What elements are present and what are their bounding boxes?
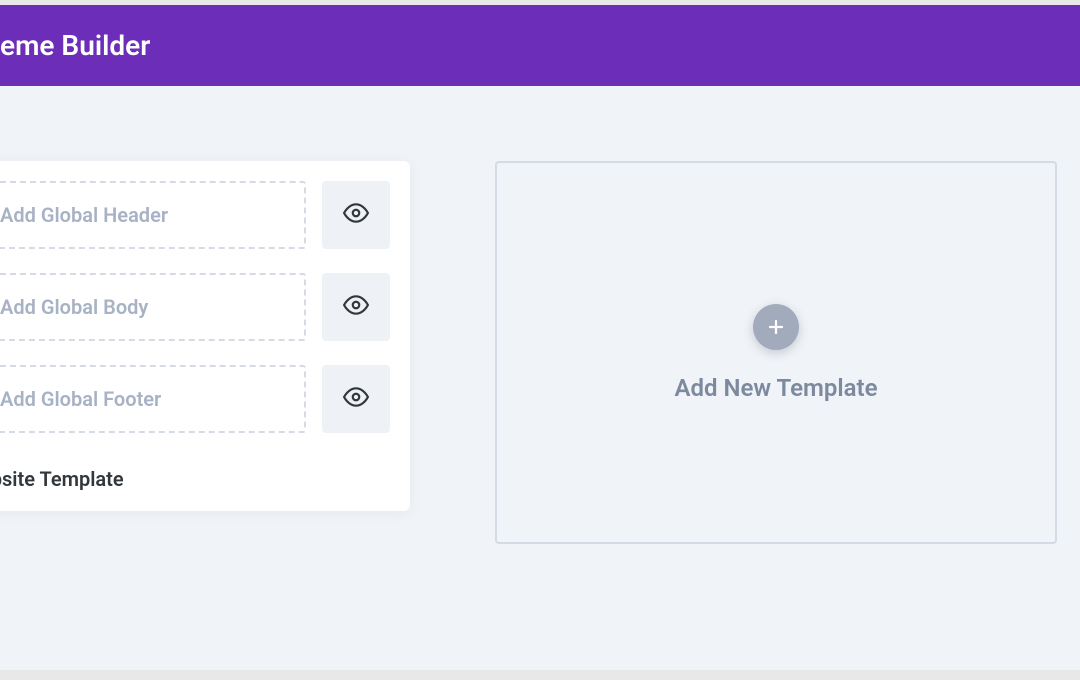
slot-label: Add Global Header <box>0 203 168 227</box>
content-area: Add Global Header Add Global Body <box>0 86 1080 604</box>
add-new-template-label: Add New Template <box>674 374 877 402</box>
template-title: ebsite Template <box>0 467 390 491</box>
slot-row-header: Add Global Header <box>0 181 390 249</box>
page-header: eme Builder <box>0 5 1080 86</box>
add-new-template-button[interactable]: Add New Template <box>495 161 1057 544</box>
visibility-toggle-header[interactable] <box>322 181 390 249</box>
add-global-header-button[interactable]: Add Global Header <box>0 181 306 249</box>
slot-label: Add Global Footer <box>0 387 161 411</box>
eye-icon <box>343 384 369 414</box>
add-global-body-button[interactable]: Add Global Body <box>0 273 306 341</box>
visibility-toggle-footer[interactable] <box>322 365 390 433</box>
eye-icon <box>343 200 369 230</box>
page-title: eme Builder <box>0 29 1080 62</box>
eye-icon <box>343 292 369 322</box>
slot-row-footer: Add Global Footer <box>0 365 390 433</box>
add-global-footer-button[interactable]: Add Global Footer <box>0 365 306 433</box>
default-template-card: Add Global Header Add Global Body <box>0 161 410 511</box>
visibility-toggle-body[interactable] <box>322 273 390 341</box>
slot-label: Add Global Body <box>0 295 148 319</box>
slot-row-body: Add Global Body <box>0 273 390 341</box>
plus-icon <box>753 304 799 350</box>
